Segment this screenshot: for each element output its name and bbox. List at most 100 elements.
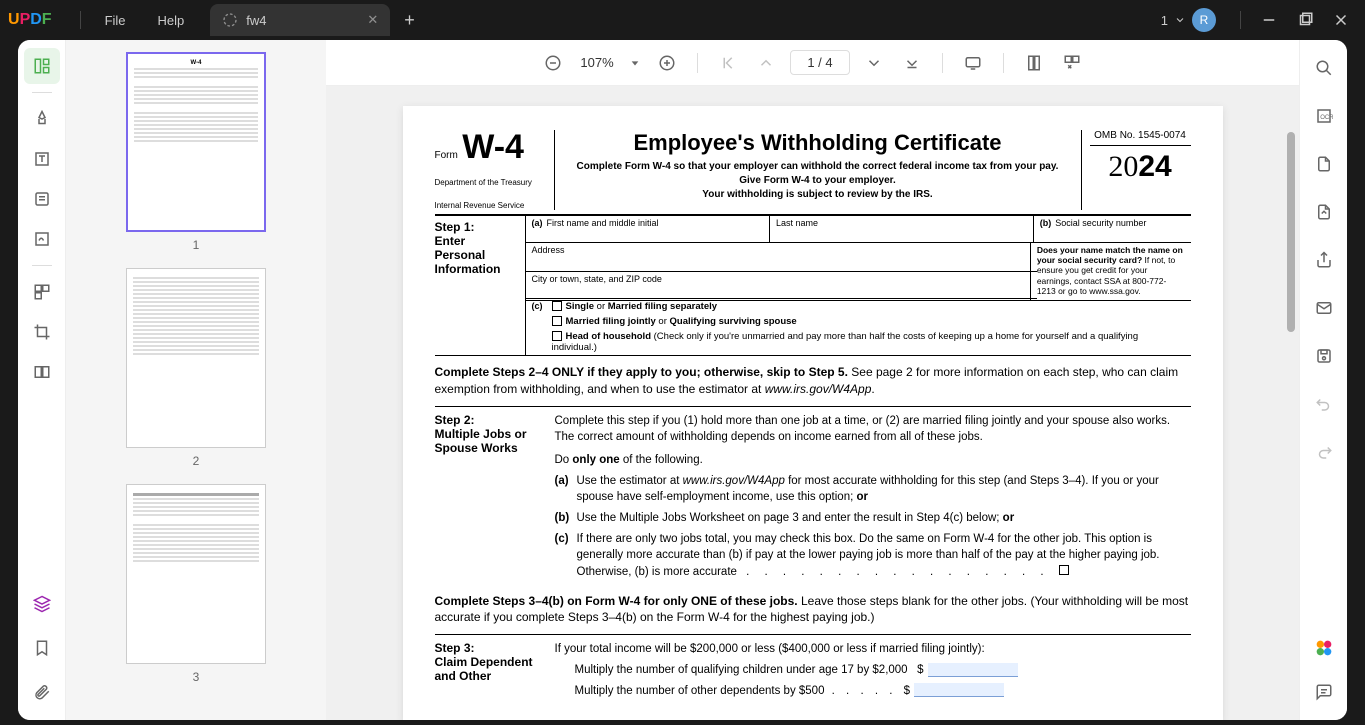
chevron-down-icon — [1174, 14, 1186, 26]
thumbnail-item[interactable]: W-4 1 — [78, 52, 314, 252]
first-page-button[interactable] — [714, 49, 742, 77]
presentation-button[interactable] — [959, 49, 987, 77]
zoom-in-button[interactable] — [653, 49, 681, 77]
minimize-button[interactable] — [1253, 4, 1285, 36]
thumbnail-item[interactable]: 3 — [78, 484, 314, 684]
step-2-title: Multiple Jobs or Spouse Works — [435, 427, 527, 455]
form-header: Form W-4 Department of the Treasury Inte… — [435, 130, 1191, 216]
filing-status-hoh[interactable]: Head of household (Check only if you're … — [546, 329, 1191, 355]
step-2-option-b: (b)Use the Multiple Jobs Worksheet on pa… — [555, 510, 1191, 527]
dept-line-2: Internal Revenue Service — [435, 201, 546, 210]
pdf-page: Form W-4 Department of the Treasury Inte… — [403, 106, 1223, 720]
field-ssn: Social security number — [1055, 218, 1146, 228]
undo-button[interactable] — [1308, 388, 1340, 420]
thumbnails-button[interactable] — [24, 48, 60, 84]
zoom-dropdown[interactable] — [627, 49, 643, 77]
signature-button[interactable] — [24, 221, 60, 257]
thumbnail-item[interactable]: 2 — [78, 268, 314, 468]
page-number-input[interactable]: 1 / 4 — [790, 50, 850, 75]
convert-button[interactable] — [1308, 148, 1340, 180]
bookmark-button[interactable] — [24, 630, 60, 666]
form-tool-button[interactable] — [24, 181, 60, 217]
attachment-button[interactable] — [24, 674, 60, 710]
reflow-button[interactable] — [1058, 49, 1086, 77]
step-3-block: Step 3:Claim Dependent and Other If your… — [435, 634, 1191, 699]
children-amount-field[interactable] — [928, 663, 1018, 677]
filing-status-single[interactable]: Single or Married filing separately — [546, 299, 1191, 314]
save-button[interactable] — [1308, 340, 1340, 372]
app-logo: UPDF — [8, 11, 52, 29]
scrollbar[interactable] — [1287, 132, 1297, 720]
form-code: W-4 — [462, 128, 524, 166]
layers-button[interactable] — [24, 586, 60, 622]
account-badge[interactable]: 1 R — [1161, 8, 1216, 32]
crop-button[interactable] — [24, 314, 60, 350]
redo-button[interactable] — [1308, 436, 1340, 468]
thumbnail-panel[interactable]: W-4 1 2 3 — [66, 40, 326, 720]
menu-help[interactable]: Help — [142, 13, 201, 28]
thumbnail-page-2[interactable] — [126, 268, 266, 448]
document-tab[interactable]: fw4 ✕ — [210, 4, 390, 36]
scrollbar-thumb[interactable] — [1287, 132, 1295, 332]
document-area: 107% 1 / 4 Form W-4 Department of th — [326, 40, 1299, 720]
main-area: W-4 1 2 3 107% 1 / 4 — [18, 40, 1347, 720]
separator — [32, 265, 52, 266]
left-rail-bottom — [24, 586, 60, 710]
avatar: R — [1192, 8, 1216, 32]
step-2-block: Step 2:Multiple Jobs or Spouse Works Com… — [435, 406, 1191, 585]
separator — [32, 92, 52, 93]
step-2-number: Step 2: — [435, 413, 475, 427]
step-2-do-only-one: Do only one of the following. — [555, 452, 1191, 469]
search-button[interactable] — [1308, 52, 1340, 84]
step-1-title: Enter Personal Information — [435, 234, 501, 276]
step-2-intro: Complete this step if you (1) hold more … — [555, 413, 1191, 446]
separator — [942, 53, 943, 73]
thumbnail-page-3[interactable] — [126, 484, 266, 664]
close-button[interactable] — [1325, 4, 1357, 36]
last-page-button[interactable] — [898, 49, 926, 77]
titlebar: UPDF File Help fw4 ✕ + 1 R — [0, 0, 1365, 40]
step-3-line-1: Multiply the number of qualifying childr… — [555, 662, 1191, 679]
zoom-out-button[interactable] — [539, 49, 567, 77]
thumbnail-label: 2 — [78, 454, 314, 468]
prev-page-button[interactable] — [752, 49, 780, 77]
organize-button[interactable] — [24, 274, 60, 310]
separator — [697, 53, 698, 73]
maximize-button[interactable] — [1289, 4, 1321, 36]
step-2c-checkbox[interactable] — [1059, 565, 1069, 575]
highlighter-button[interactable] — [24, 101, 60, 137]
email-button[interactable] — [1308, 292, 1340, 324]
tab-add-button[interactable]: + — [394, 10, 425, 31]
menu-file[interactable]: File — [89, 13, 142, 28]
document-viewport[interactable]: Form W-4 Department of the Treasury Inte… — [326, 86, 1299, 720]
step-2-option-c: (c)If there are only two jobs total, you… — [555, 531, 1191, 581]
thumbnail-page-1[interactable]: W-4 — [126, 52, 266, 232]
dependents-amount-field[interactable] — [914, 683, 1004, 697]
ocr-button[interactable]: OCR — [1308, 100, 1340, 132]
form-title: Employee's Withholding Certificate — [565, 130, 1071, 156]
step-2-option-a: (a)Use the estimator at www.irs.gov/W4Ap… — [555, 473, 1191, 506]
text-tool-button[interactable] — [24, 141, 60, 177]
right-rail-bottom — [1308, 632, 1340, 708]
svg-text:OCR: OCR — [1320, 115, 1333, 121]
share-button[interactable] — [1308, 244, 1340, 276]
tab-close-icon[interactable]: ✕ — [367, 12, 378, 28]
zoom-level: 107% — [577, 55, 617, 70]
instruction-para-2: Complete Steps 3–4(b) on Form W-4 for on… — [435, 593, 1191, 627]
export-button[interactable] — [1308, 196, 1340, 228]
form-subtitle-3: Your withholding is subject to review by… — [565, 188, 1071, 202]
compare-button[interactable] — [24, 354, 60, 390]
divider — [80, 11, 81, 29]
step-3-intro: If your total income will be $200,000 or… — [555, 641, 1191, 658]
next-page-button[interactable] — [860, 49, 888, 77]
ai-button[interactable] — [1308, 632, 1340, 664]
right-toolbar: OCR — [1299, 40, 1347, 720]
step-1-row: Step 1:Enter Personal Information (a)Fir… — [435, 216, 1191, 356]
comment-button[interactable] — [1308, 676, 1340, 708]
loading-icon — [222, 12, 238, 28]
filing-status-married[interactable]: Married filing jointly or Qualifying sur… — [546, 314, 1191, 329]
form-subtitle-1: Complete Form W-4 so that your employer … — [565, 160, 1071, 174]
page-view-button[interactable] — [1020, 49, 1048, 77]
window-controls: 1 R — [1161, 4, 1357, 36]
left-toolbar — [18, 40, 66, 720]
